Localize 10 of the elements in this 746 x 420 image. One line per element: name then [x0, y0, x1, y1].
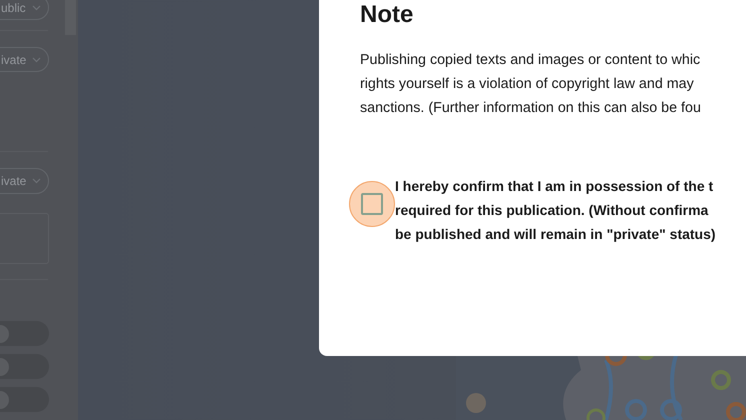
confirm-label[interactable]: I hereby confirm that I am in possession of the t required for this publication. (Without confirma be published and will remain in "private" status): [395, 174, 716, 246]
confirm-checkbox[interactable]: [361, 193, 383, 215]
privacy-dropdown[interactable]: ivate: [0, 46, 49, 72]
copyright-notice: Publishing copied texts and images or content to whic rights yourself is a violation of copyright law and may sanctions. (Further information on this can also be fou: [360, 51, 701, 118]
chevron-icon: [32, 56, 41, 63]
dialog-title: Note: [360, 0, 414, 30]
privacy-dropdown[interactable]: ublic: [0, 0, 49, 20]
privacy-dropdown[interactable]: ivate: [0, 168, 49, 194]
chevron-icon: [32, 178, 41, 184]
chevron-icon: [32, 4, 41, 11]
